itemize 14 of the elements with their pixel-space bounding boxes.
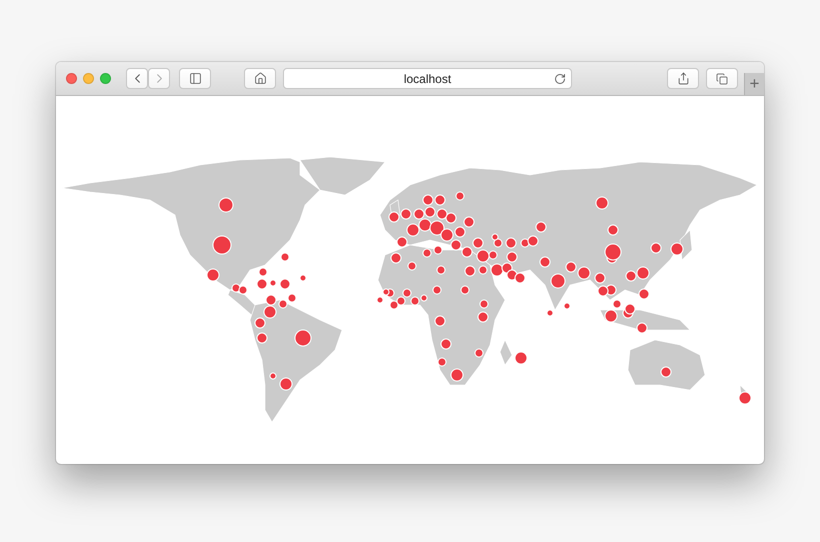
sidebar-icon	[188, 72, 202, 85]
tabs-button[interactable]	[706, 68, 738, 89]
overlapping-squares-icon	[716, 72, 728, 84]
reload-icon[interactable]	[554, 73, 566, 85]
home-button[interactable]	[244, 68, 276, 89]
share-icon	[676, 72, 690, 85]
share-button[interactable]	[667, 68, 699, 89]
zoom-button[interactable]	[100, 73, 111, 84]
house-icon	[254, 72, 266, 85]
address-text: localhost	[404, 72, 452, 86]
sidebar-button[interactable]	[179, 68, 211, 89]
back-button[interactable]	[126, 68, 148, 89]
address-bar[interactable]: localhost	[283, 68, 572, 89]
close-button[interactable]	[66, 73, 77, 84]
